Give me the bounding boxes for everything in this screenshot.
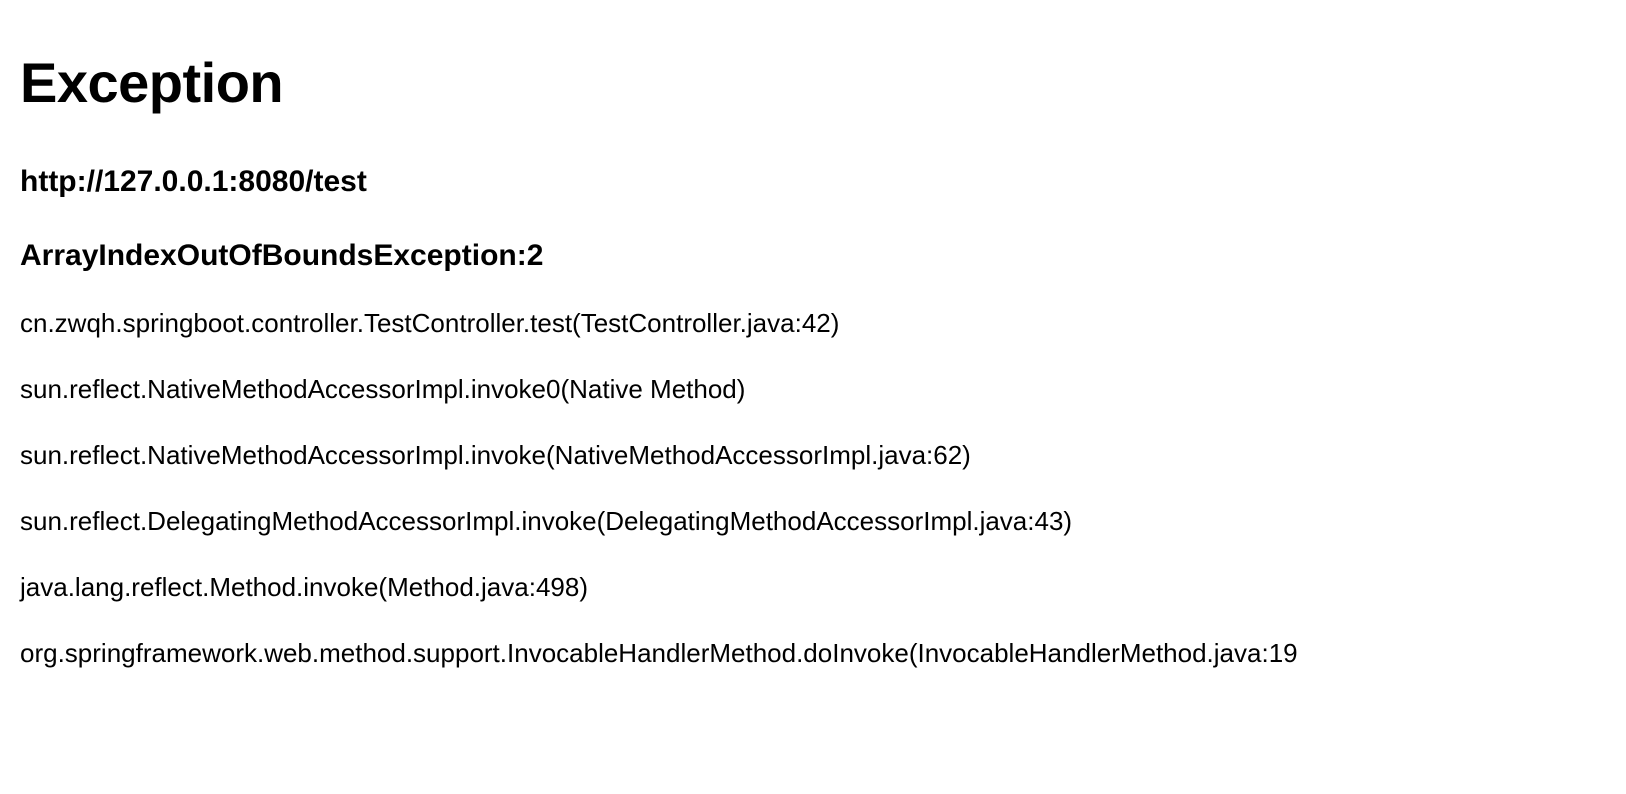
stack-trace-line: org.springframework.web.method.support.I… <box>20 638 1606 669</box>
exception-type: ArrayIndexOutOfBoundsException:2 <box>20 239 1606 273</box>
stack-trace-line: cn.zwqh.springboot.controller.TestContro… <box>20 308 1606 339</box>
stack-trace-line: sun.reflect.DelegatingMethodAccessorImpl… <box>20 506 1606 537</box>
stack-trace-line: java.lang.reflect.Method.invoke(Method.j… <box>20 572 1606 603</box>
exception-title: Exception <box>20 50 1606 115</box>
stack-trace-line: sun.reflect.NativeMethodAccessorImpl.inv… <box>20 374 1606 405</box>
request-url: http://127.0.0.1:8080/test <box>20 165 1606 199</box>
stack-trace-line: sun.reflect.NativeMethodAccessorImpl.inv… <box>20 440 1606 471</box>
